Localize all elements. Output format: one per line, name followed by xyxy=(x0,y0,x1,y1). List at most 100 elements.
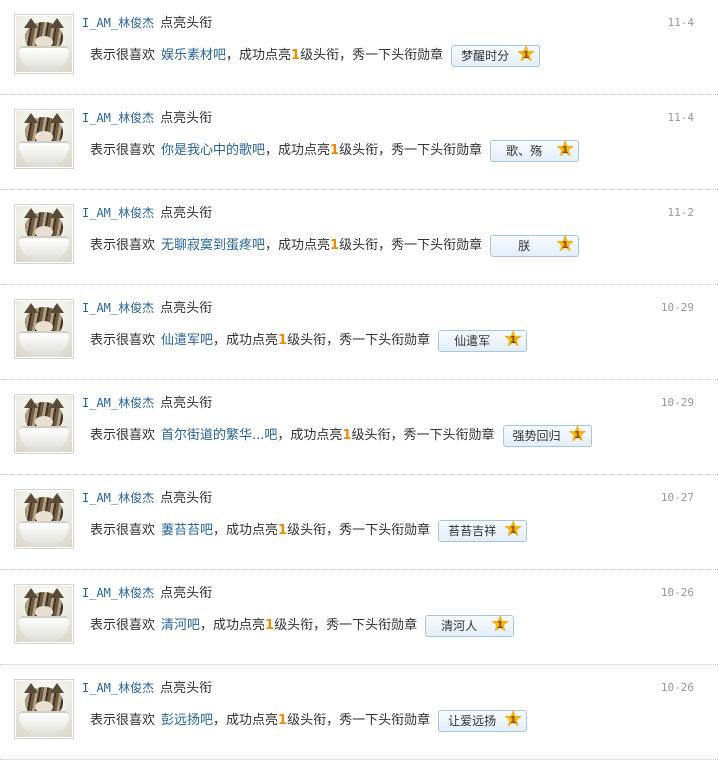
bar-link[interactable]: 清河吧 xyxy=(161,614,200,638)
feed-item: I_AM_林俊杰 点亮头衔 10-29 表示很喜欢 首尔街道的繁华...吧 ，成功点亮… xyxy=(0,380,718,475)
feed-item-message: 表示很喜欢 你是我心中的歌吧 ，成功点亮 1 级头衔，秀一下头衔勋章 歌、殇 ★ 1 xyxy=(90,138,580,163)
level-number: 1 xyxy=(342,428,352,443)
user-avatar[interactable] xyxy=(14,109,74,169)
message-mid: ，成功点亮 xyxy=(265,143,331,158)
cat-in-cup-avatar-icon xyxy=(16,16,72,72)
username-link[interactable]: I_AM_林俊杰 xyxy=(82,301,154,315)
message-prefix: 表示很喜欢 xyxy=(90,618,156,633)
timestamp: 11-2 xyxy=(667,206,695,219)
message-prefix: 表示很喜欢 xyxy=(90,48,156,63)
message-mid: ，成功点亮 xyxy=(213,713,279,728)
feed-item: I_AM_林俊杰 点亮头衔 10-27 表示很喜欢 萋苔苔吧 ，成功点亮 1 级头衔，秀一… xyxy=(0,475,718,570)
message-suffix: 级头衔，秀一下头衔勋章 xyxy=(339,238,483,253)
title-badge[interactable]: 朕 ★ 1 xyxy=(490,232,580,257)
username-link[interactable]: I_AM_林俊杰 xyxy=(82,16,154,30)
level-number: 1 xyxy=(278,523,288,538)
message-mid: ，成功点亮 xyxy=(213,523,279,538)
message-mid: ，成功点亮 xyxy=(200,618,266,633)
user-avatar[interactable] xyxy=(14,489,74,549)
feed-item: I_AM_林俊杰 点亮头衔 11-4 表示很喜欢 你是我心中的歌吧 ，成功点亮 1 级头衔… xyxy=(0,95,718,190)
feed-item-message: 表示很喜欢 娱乐素材吧 ，成功点亮 1 级头衔，秀一下头衔勋章 梦醒时分 ★ 1 xyxy=(90,42,541,68)
message-suffix: 级头衔，秀一下头衔勋章 xyxy=(287,333,431,348)
message-prefix: 表示很喜欢 xyxy=(90,428,156,443)
cat-in-cup-avatar-icon xyxy=(16,491,72,547)
feed-item-header: I_AM_林俊杰 点亮头衔 xyxy=(82,109,212,128)
message-suffix: 级头衔，秀一下头衔勋章 xyxy=(274,618,418,633)
user-avatar[interactable] xyxy=(14,394,74,454)
level-number: 1 xyxy=(291,48,301,63)
timestamp: 10-26 xyxy=(660,681,694,694)
message-suffix: 级头衔，秀一下头衔勋章 xyxy=(287,523,431,538)
message-prefix: 表示很喜欢 xyxy=(90,523,156,538)
bar-link[interactable]: 娱乐素材吧 xyxy=(161,44,226,68)
cat-in-cup-avatar-icon xyxy=(16,301,72,357)
timestamp: 10-29 xyxy=(660,396,694,409)
feed-item-message: 表示很喜欢 萋苔苔吧 ，成功点亮 1 级头衔，秀一下头衔勋章 苔苔吉祥 ★ 1 xyxy=(90,517,528,543)
title-badge[interactable]: 强势回归 ★ 1 xyxy=(502,423,592,447)
feed-item: I_AM_林俊杰 点亮头衔 11-2 表示很喜欢 无聊寂寞到蛋疼吧 ，成功点亮 1 级头衔… xyxy=(0,190,718,285)
feed-item: I_AM_林俊杰 点亮头衔 11-4 表示很喜欢 娱乐素材吧 ，成功点亮 1 级头衔，秀一… xyxy=(0,0,718,95)
star-icon: ★ 1 xyxy=(555,232,575,257)
action-text: 点亮头衔 xyxy=(160,16,213,31)
bar-link[interactable]: 萋苔苔吧 xyxy=(161,519,213,543)
title-badge[interactable]: 清河人 ★ 1 xyxy=(425,612,515,637)
star-icon: ★ 1 xyxy=(503,517,523,542)
title-badge[interactable]: 歌、殇 ★ 1 xyxy=(490,138,580,162)
badge-label: 清河人 xyxy=(441,619,478,633)
user-avatar[interactable] xyxy=(14,204,74,264)
username-link[interactable]: I_AM_林俊杰 xyxy=(82,206,154,220)
feed-item-message: 表示很喜欢 清河吧 ，成功点亮 1 级头衔，秀一下头衔勋章 清河人 ★ 1 xyxy=(90,612,515,638)
title-badge[interactable]: 仙遣军 ★ 1 xyxy=(438,327,528,352)
feed-item-header: I_AM_林俊杰 点亮头衔 xyxy=(82,14,212,33)
action-text: 点亮头衔 xyxy=(160,301,213,316)
title-badge[interactable]: 苔苔吉祥 ★ 1 xyxy=(438,517,528,542)
feed-item: I_AM_林俊杰 点亮头衔 10-26 表示很喜欢 清河吧 ，成功点亮 1 级头衔，秀一下… xyxy=(0,570,718,665)
bar-link[interactable]: 彭远扬吧 xyxy=(161,709,213,733)
bar-link[interactable]: 无聊寂寞到蛋疼吧 xyxy=(161,234,265,258)
message-suffix: 级头衔，秀一下头衔勋章 xyxy=(339,143,483,158)
cat-in-cup-avatar-icon xyxy=(16,681,72,737)
user-avatar[interactable] xyxy=(14,299,74,359)
bar-link[interactable]: 首尔街道的繁华...吧 xyxy=(161,424,277,448)
message-suffix: 级头衔，秀一下头衔勋章 xyxy=(300,48,444,63)
message-prefix: 表示很喜欢 xyxy=(90,713,156,728)
star-icon: ★ 1 xyxy=(516,42,536,67)
feed-item-message: 表示很喜欢 彭远扬吧 ，成功点亮 1 级头衔，秀一下头衔勋章 让爱远扬 ★ 1 xyxy=(90,707,528,733)
bar-link[interactable]: 仙遣军吧 xyxy=(161,329,213,353)
feed-item-message: 表示很喜欢 无聊寂寞到蛋疼吧 ，成功点亮 1 级头衔，秀一下头衔勋章 朕 ★ 1 xyxy=(90,232,580,258)
badge-label: 朕 xyxy=(518,239,531,253)
username-link[interactable]: I_AM_林俊杰 xyxy=(82,491,154,505)
timestamp: 10-27 xyxy=(660,491,694,504)
username-link[interactable]: I_AM_林俊杰 xyxy=(82,111,154,125)
activity-feed: I_AM_林俊杰 点亮头衔 11-4 表示很喜欢 娱乐素材吧 ，成功点亮 1 级头衔，秀一… xyxy=(0,0,718,760)
feed-item-header: I_AM_林俊杰 点亮头衔 xyxy=(82,394,212,413)
cat-in-cup-avatar-icon xyxy=(16,586,72,642)
timestamp: 11-4 xyxy=(667,111,695,124)
badge-label: 让爱远扬 xyxy=(448,714,497,728)
action-text: 点亮头衔 xyxy=(160,206,213,221)
username-link[interactable]: I_AM_林俊杰 xyxy=(82,681,154,695)
username-link[interactable]: I_AM_林俊杰 xyxy=(82,586,154,600)
star-icon: ★ 1 xyxy=(503,327,523,352)
user-avatar[interactable] xyxy=(14,679,74,739)
badge-label: 苔苔吉祥 xyxy=(448,524,497,538)
user-avatar[interactable] xyxy=(14,584,74,644)
feed-item-header: I_AM_林俊杰 点亮头衔 xyxy=(82,204,212,223)
badge-label: 强势回归 xyxy=(512,429,561,443)
title-badge[interactable]: 让爱远扬 ★ 1 xyxy=(438,707,528,732)
title-badge[interactable]: 梦醒时分 ★ 1 xyxy=(451,42,541,67)
user-avatar[interactable] xyxy=(14,14,74,74)
star-icon: ★ 1 xyxy=(490,612,510,637)
message-mid: ，成功点亮 xyxy=(226,48,292,63)
level-number: 1 xyxy=(330,238,340,253)
cat-in-cup-avatar-icon xyxy=(16,396,72,452)
star-icon: ★ 1 xyxy=(503,707,523,732)
badge-label: 歌、殇 xyxy=(506,144,543,158)
username-link[interactable]: I_AM_林俊杰 xyxy=(82,396,154,410)
feed-item: I_AM_林俊杰 点亮头衔 10-26 表示很喜欢 彭远扬吧 ，成功点亮 1 级头衔，秀一… xyxy=(0,665,718,760)
action-text: 点亮头衔 xyxy=(160,491,213,506)
feed-item-message: 表示很喜欢 仙遣军吧 ，成功点亮 1 级头衔，秀一下头衔勋章 仙遣军 ★ 1 xyxy=(90,327,528,353)
action-text: 点亮头衔 xyxy=(160,111,213,126)
bar-link[interactable]: 你是我心中的歌吧 xyxy=(161,139,265,163)
message-prefix: 表示很喜欢 xyxy=(90,238,156,253)
